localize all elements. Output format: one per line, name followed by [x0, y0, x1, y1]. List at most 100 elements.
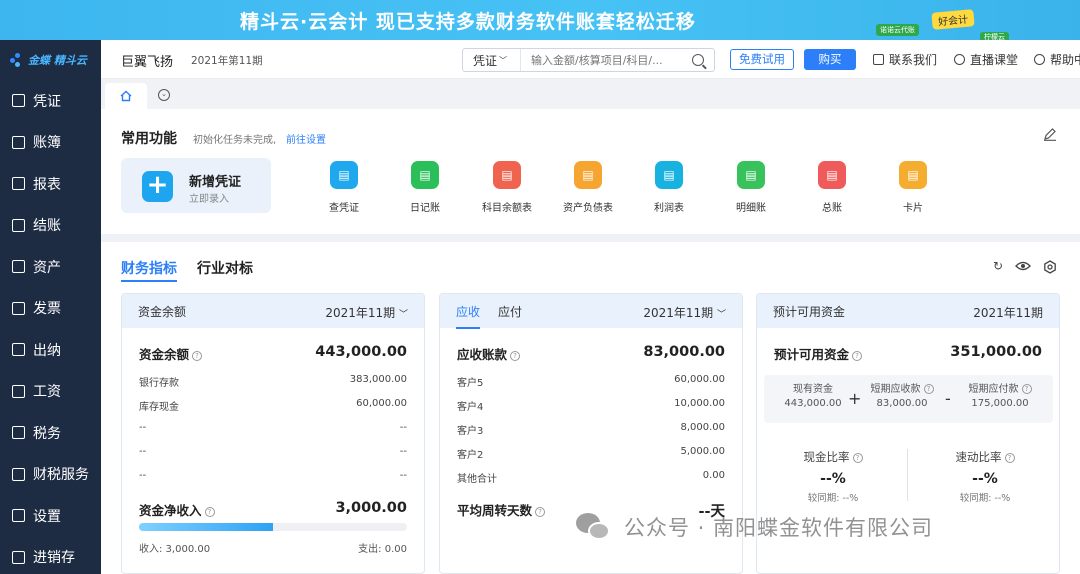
sidebar-item-label: 账簿 [33, 135, 61, 152]
tabs-more-icon[interactable]: ⌄ [158, 89, 170, 101]
sidebar-item-settings[interactable]: 设置 [0, 495, 101, 537]
sidebar-item-cashier[interactable]: 出纳 [0, 329, 101, 371]
tab-receivable[interactable]: 应收 [456, 303, 480, 320]
help-icon[interactable]: ? [510, 351, 521, 361]
sidebar-item-inventory[interactable]: 进销存 [0, 537, 101, 574]
help-link[interactable]: 帮助中 [1034, 51, 1080, 68]
function-query-voucher[interactable]: ▤ 查凭证 [314, 161, 374, 214]
tab-payable[interactable]: 应付 [498, 303, 522, 320]
function-card[interactable]: ▤ 卡片 [883, 161, 943, 214]
card-header: 预计可用资金 2021年11期 [757, 294, 1059, 328]
home-icon [120, 90, 132, 102]
live-class-link[interactable]: 直播课堂 [954, 51, 1018, 68]
expense-label: 支出: 0.00 [358, 544, 407, 555]
common-functions-title: 常用功能 [121, 131, 177, 147]
sidebar-item-invoice[interactable]: 发票 [0, 288, 101, 330]
funds-balance-main: 资金余额? 443,000.00 [139, 344, 407, 362]
period-select[interactable]: 2021年11期 ﹀ [325, 304, 408, 321]
settings-icon [12, 509, 25, 523]
function-label: 资产负债表 [563, 203, 613, 214]
buy-button[interactable]: 购买 [804, 49, 856, 70]
inventory-icon [12, 550, 25, 564]
help-icon[interactable]: ? [852, 351, 863, 361]
promo-banner[interactable]: 精斗云·云会计 现已支持多款财务软件账套轻松迁移 诺诺云代账 好会计 柠檬云 [0, 0, 1080, 40]
help-icon[interactable]: ? [1021, 384, 1032, 394]
search-input[interactable] [521, 53, 692, 67]
sidebar-item-label: 资产 [33, 259, 61, 276]
compass-icon [1034, 54, 1045, 65]
help-icon[interactable]: ? [923, 384, 934, 394]
settings-icon[interactable] [1043, 260, 1057, 274]
function-general-ledger[interactable]: ▤ 总账 [802, 161, 862, 214]
available-funds-main: 预计可用资金? 351,000.00 [774, 344, 1042, 362]
common-functions-panel: 常用功能 初始化任务未完成, 前往设置 + 新增凭证 立即录入 ▤ 查凭证 ▤ 日记账… [101, 109, 1080, 234]
sidebar-item-report[interactable]: 报表 [0, 163, 101, 205]
current-funds: 现有资金 443,000.00 [784, 384, 842, 409]
user-icon [954, 54, 965, 65]
function-journal[interactable]: ▤ 日记账 [395, 161, 455, 214]
accounting-period: 2021年第11期 [191, 55, 263, 67]
list-item: 客户3 8,000.00 [457, 422, 725, 437]
short-term-payable: 短期应付款? 175,000.00 [957, 383, 1043, 411]
sidebar-item-label: 发票 [33, 301, 61, 318]
function-balance-sheet[interactable]: ▤ 科目余额表 [477, 161, 537, 214]
sidebar-item-service[interactable]: 财税服务 [0, 454, 101, 496]
edit-icon[interactable] [1043, 127, 1057, 141]
help-icon[interactable]: ? [852, 453, 863, 463]
free-trial-button[interactable]: 免费试用 [730, 49, 794, 70]
global-search: 凭证 ﹀ [462, 48, 715, 72]
closing-icon [12, 218, 25, 232]
tab-industry-benchmark[interactable]: 行业对标 [197, 258, 253, 278]
eye-icon[interactable] [1015, 261, 1031, 271]
tab-finance-indicators[interactable]: 财务指标 [121, 258, 177, 282]
chevron-down-icon: ﹀ [716, 310, 726, 320]
function-label: 明细账 [736, 203, 766, 214]
new-voucher-button[interactable]: + 新增凭证 立即录入 [121, 158, 271, 213]
list-item: 客户5 60,000.00 [457, 374, 725, 389]
init-hint: 初始化任务未完成, [193, 135, 277, 146]
sidebar-item-label: 工资 [33, 384, 61, 401]
tab-home[interactable] [105, 83, 147, 109]
balance-sheet-icon: ▤ [493, 161, 521, 189]
period-select[interactable]: 2021年11期 ﹀ [643, 304, 726, 321]
company-name[interactable]: 巨翼飞扬 [121, 51, 173, 70]
salary-icon [12, 384, 25, 398]
plus-icon: + [142, 171, 173, 202]
function-label: 查凭证 [329, 203, 359, 214]
function-assets-liabilities[interactable]: ▤ 资产负债表 [558, 161, 618, 214]
search-icon[interactable] [692, 54, 704, 66]
go-settings-link[interactable]: 前往设置 [286, 131, 326, 146]
sidebar-item-asset[interactable]: 资产 [0, 246, 101, 288]
sidebar-item-tax[interactable]: 税务 [0, 412, 101, 454]
function-detail-ledger[interactable]: ▤ 明细账 [721, 161, 781, 214]
logo: 金蝶 精斗云 [0, 40, 101, 80]
sidebar-item-ledger[interactable]: 账簿 [0, 122, 101, 164]
general-ledger-icon: ▤ [818, 161, 846, 189]
card-header: 应收 应付 2021年11期 ﹀ [440, 294, 742, 328]
funds-formula: 现有资金 443,000.00 + 短期应收款? 83,000.00 - 短期应付款… [764, 375, 1053, 423]
period-label: 2021年11期 [973, 306, 1043, 320]
contact-us-link[interactable]: 联系我们 [873, 51, 937, 68]
sidebar-item-label: 财税服务 [33, 467, 89, 484]
help-icon[interactable]: ? [535, 507, 546, 517]
sidebar-item-voucher[interactable]: 凭证 [0, 80, 101, 122]
watermark: 公众号 · 南阳蝶金软件有限公司 [576, 512, 933, 542]
new-voucher-subtitle: 立即录入 [189, 194, 229, 205]
receivable-main: 应收账款? 83,000.00 [457, 344, 725, 362]
function-label: 日记账 [410, 203, 440, 214]
refresh-icon[interactable]: ↻ [993, 259, 1003, 273]
help-icon[interactable]: ? [192, 351, 203, 361]
query-voucher-icon: ▤ [330, 161, 358, 189]
sidebar-item-label: 凭证 [33, 93, 61, 110]
sidebar-item-salary[interactable]: 工资 [0, 371, 101, 413]
search-type-select[interactable]: 凭证 ﹀ [463, 49, 521, 71]
function-profit[interactable]: ▤ 利润表 [639, 161, 699, 214]
help-icon[interactable]: ? [204, 507, 215, 517]
sidebar-item-closing[interactable]: 结账 [0, 205, 101, 247]
list-item: 其他合计 0.00 [457, 470, 725, 485]
sidebar-item-label: 结账 [33, 218, 61, 235]
banner-badge: 好会计 [931, 9, 975, 30]
help-icon[interactable]: ? [1004, 453, 1015, 463]
net-income: 资金净收入? 3,000.00 [139, 500, 407, 518]
journal-icon: ▤ [411, 161, 439, 189]
